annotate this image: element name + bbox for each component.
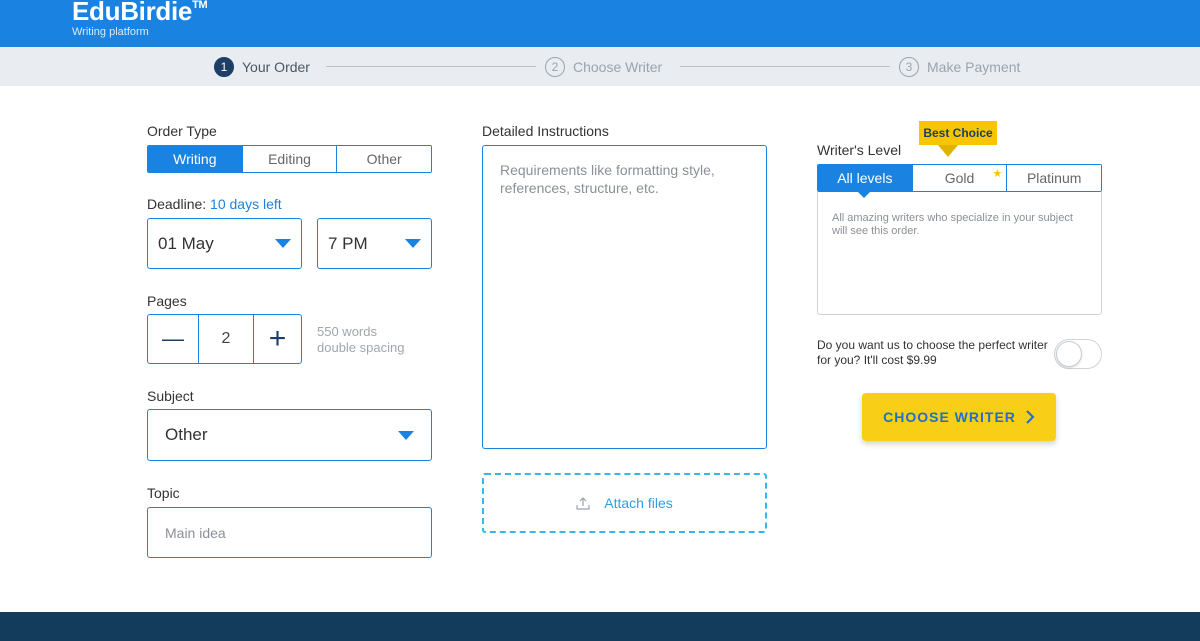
badge-tail [938,145,958,157]
writer-level-gold-label: Gold [944,170,975,186]
brand-logo[interactable]: EduBirdieTM [72,0,208,27]
spacing-info: double spacing [317,340,405,355]
step-number: 2 [545,57,565,77]
deadline-remaining: 10 days left [210,196,282,212]
writer-level-gold[interactable]: Gold ★ [911,165,1007,191]
deadline-date-value: 01 May [158,233,214,253]
writer-level-platinum[interactable]: Platinum [1006,165,1101,191]
deadline-title: Deadline: [147,196,207,212]
deadline-label: Deadline: 10 days left [147,196,282,212]
order-type-selector: Writing Editing Other [147,145,432,173]
writer-level-description: All amazing writers who specialize in yo… [832,212,1073,237]
writer-level-all[interactable]: All levels [818,165,912,191]
order-type-editing[interactable]: Editing [241,146,337,172]
step-make-payment[interactable]: 3 Make Payment [899,57,1020,77]
instructions-label: Detailed Instructions [482,123,609,139]
perfect-writer-toggle[interactable] [1054,339,1102,369]
attach-files-label: Attach files [604,495,673,511]
subject-select[interactable]: Other [147,409,432,461]
attach-files-button[interactable]: Attach files [482,473,767,533]
chevron-down-icon [275,239,291,248]
writer-level-selector: All levels Gold ★ Platinum [817,164,1102,192]
perfect-writer-text: Do you want us to choose the perfect wri… [817,338,1048,367]
pages-stepper: — 2 + [147,314,302,364]
step-label: Choose Writer [573,59,663,75]
best-choice-badge: Best Choice [919,121,997,145]
chevron-down-icon [398,430,414,440]
plus-button[interactable]: + [253,315,301,363]
deadline-time-value: 7 PM [328,233,368,253]
instructions-placeholder: Requirements like formatting style, refe… [500,162,715,196]
writer-level-label: Writer's Level [817,142,902,158]
top-header: EduBirdieTM Writing platform [0,0,1200,47]
instructions-textarea[interactable]: Requirements like formatting style, refe… [482,145,767,449]
order-type-label: Order Type [147,123,217,139]
writer-level-description-box: All amazing writers who specialize in yo… [817,192,1102,315]
step-number: 3 [899,57,919,77]
toggle-knob [1056,341,1082,367]
trademark: TM [192,0,208,11]
step-choose-writer[interactable]: 2 Choose Writer [545,57,662,77]
choose-writer-label: CHOOSE WRITER [883,409,1016,425]
step-label: Your Order [242,59,310,75]
chevron-down-icon [405,239,421,248]
step-your-order[interactable]: 1 Your Order [214,57,310,77]
footer [0,612,1200,641]
pages-label: Pages [147,293,187,309]
order-type-other[interactable]: Other [336,146,431,172]
brand-name: EduBirdie [72,0,193,26]
topic-input[interactable]: Main idea [147,507,432,558]
chevron-right-icon [1026,410,1035,424]
deadline-date-select[interactable]: 01 May [147,218,302,269]
brand-tagline: Writing platform [72,26,149,38]
order-type-writing[interactable]: Writing [148,146,242,172]
pages-value[interactable]: 2 [198,315,253,363]
words-count: 550 words [317,324,377,339]
topic-label: Topic [147,485,180,501]
star-icon: ★ [992,168,1003,180]
step-label: Make Payment [927,59,1021,75]
selected-tab-pointer [857,191,871,198]
subject-value: Other [165,425,208,444]
minus-button[interactable]: — [148,315,198,363]
step-connector [680,66,890,67]
topic-placeholder: Main idea [165,524,226,541]
choose-writer-button[interactable]: CHOOSE WRITER [862,393,1056,441]
subject-label: Subject [147,388,194,404]
step-number: 1 [214,57,234,77]
step-connector [326,66,536,67]
deadline-time-select[interactable]: 7 PM [317,218,432,269]
upload-icon [576,497,590,510]
